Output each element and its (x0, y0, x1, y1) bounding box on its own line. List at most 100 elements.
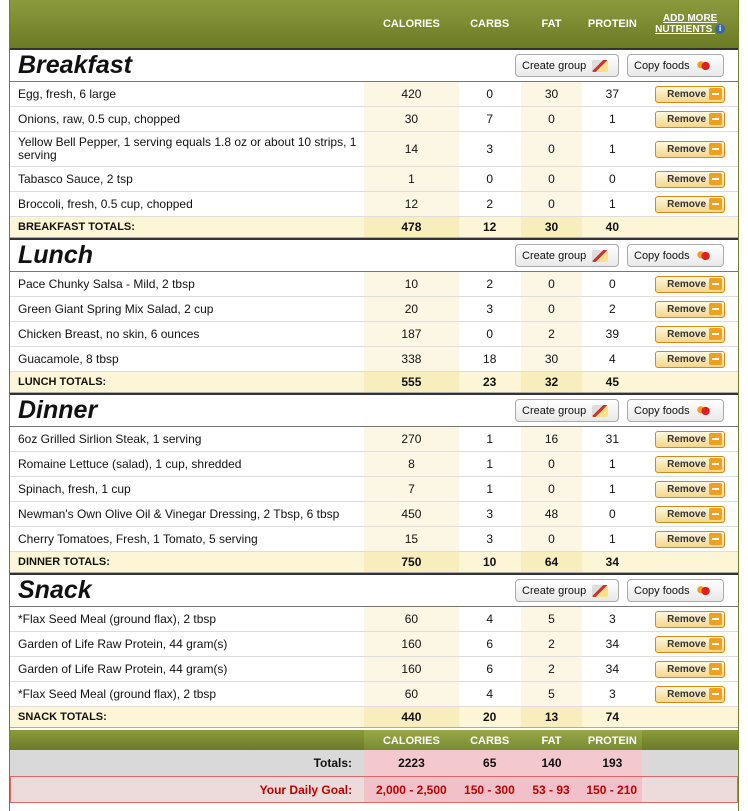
food-name[interactable]: Cherry Tomatoes, Fresh, 1 Tomato, 5 serv… (10, 527, 364, 551)
meal-total-fat: 30 (520, 217, 583, 237)
create-group-button[interactable]: Create group (515, 399, 619, 422)
grand-total-fat: 140 (520, 750, 583, 776)
food-name[interactable]: Yellow Bell Pepper, 1 serving equals 1.8… (10, 132, 364, 166)
food-name[interactable]: Onions, raw, 0.5 cup, chopped (10, 107, 364, 131)
food-calories: 270 (364, 427, 459, 451)
add-more-line2: NUTRIENTS (655, 24, 713, 35)
info-icon[interactable]: i (715, 24, 726, 35)
remove-button[interactable]: Remove (655, 350, 726, 368)
food-name[interactable]: *Flax Seed Meal (ground flax), 2 tbsp (10, 682, 364, 706)
food-name[interactable]: Garden of Life Raw Protein, 44 gram(s) (10, 632, 364, 656)
remove-button[interactable]: Remove (655, 275, 726, 293)
meal-totals-label: LUNCH TOTALS: (18, 376, 107, 388)
remove-button[interactable]: Remove (655, 635, 726, 653)
remove-button[interactable]: Remove (655, 195, 726, 213)
food-row: Spinach, fresh, 1 cup 7 1 0 1 Remove (10, 477, 738, 502)
meal-total-protein: 40 (605, 220, 620, 234)
remove-button[interactable]: Remove (655, 110, 726, 128)
create-group-button[interactable]: Create group (515, 54, 619, 77)
food-calories: 8 (364, 452, 459, 476)
food-name[interactable]: 6oz Grilled Sirlion Steak, 1 serving (10, 427, 364, 451)
minus-icon (709, 688, 723, 700)
food-calories: 450 (364, 502, 459, 526)
food-row: 6oz Grilled Sirlion Steak, 1 serving 270 1… (10, 427, 738, 452)
footer-header-spacer (10, 730, 364, 750)
food-name[interactable]: Egg, fresh, 6 large (10, 82, 364, 106)
meal-section-lunch: Lunch Create group Copy foods Pace Chunky S… (10, 238, 738, 393)
remove-button[interactable]: Remove (655, 325, 726, 343)
food-carbs: 0 (486, 172, 494, 186)
meal-total-protein: 45 (605, 375, 620, 389)
remove-label: Remove (667, 143, 707, 155)
food-carbs: 1 (486, 457, 494, 471)
remove-button[interactable]: Remove (655, 530, 726, 548)
food-actions: Remove (642, 347, 738, 371)
food-actions: Remove (642, 192, 738, 216)
remove-button[interactable]: Remove (655, 505, 726, 523)
minus-icon (709, 88, 723, 100)
food-actions: Remove (642, 272, 738, 296)
food-calories: 187 (364, 322, 459, 346)
remove-button[interactable]: Remove (655, 610, 726, 628)
food-calories: 420 (364, 82, 459, 106)
food-carbs: 3 (486, 142, 494, 156)
remove-label: Remove (667, 533, 707, 545)
food-protein: 1 (609, 457, 616, 471)
copy-foods-button[interactable]: Copy foods (627, 54, 724, 77)
food-name[interactable]: Green Giant Spring Mix Salad, 2 cup (10, 297, 364, 321)
minus-icon (709, 483, 723, 495)
remove-button[interactable]: Remove (655, 300, 726, 318)
remove-button[interactable]: Remove (655, 480, 726, 498)
food-name[interactable]: Newman's Own Olive Oil & Vinegar Dressin… (10, 502, 364, 526)
create-group-button[interactable]: Create group (515, 244, 619, 267)
food-name[interactable]: Romaine Lettuce (salad), 1 cup, shredded (10, 452, 364, 476)
food-fat: 0 (520, 272, 583, 296)
food-fat: 0 (520, 167, 583, 191)
food-name[interactable]: Garden of Life Raw Protein, 44 gram(s) (10, 657, 364, 681)
footer-column-fat: FAT (520, 730, 583, 750)
copy-foods-label: Copy foods (634, 249, 690, 262)
minus-icon (709, 173, 723, 185)
copy-foods-button[interactable]: Copy foods (627, 579, 724, 602)
food-actions: Remove (642, 502, 738, 526)
food-name[interactable]: Broccoli, fresh, 0.5 cup, chopped (10, 192, 364, 216)
remove-button[interactable]: Remove (655, 430, 726, 448)
column-fat: FAT (541, 18, 562, 30)
remove-button[interactable]: Remove (655, 140, 726, 158)
create-group-label: Create group (522, 584, 587, 597)
remove-button[interactable]: Remove (655, 660, 726, 678)
footer-header-spacer-right (642, 730, 738, 750)
food-name[interactable]: *Flax Seed Meal (ground flax), 2 tbsp (10, 607, 364, 631)
meal-header: Dinner Create group Copy foods (10, 393, 738, 427)
meal-total-carbs: 12 (483, 220, 497, 234)
meal-total-carbs: 23 (483, 375, 497, 389)
remove-button[interactable]: Remove (655, 685, 726, 703)
remove-button[interactable]: Remove (655, 455, 726, 473)
remove-button[interactable]: Remove (655, 85, 726, 103)
food-name[interactable]: Guacamole, 8 tbsp (10, 347, 364, 371)
copy-foods-icon (695, 249, 712, 262)
remove-label: Remove (667, 433, 707, 445)
food-actions: Remove (642, 607, 738, 631)
food-carbs: 2 (486, 277, 494, 291)
create-group-button[interactable]: Create group (515, 579, 619, 602)
food-actions: Remove (642, 527, 738, 551)
food-actions: Remove (642, 682, 738, 706)
minus-icon (709, 663, 723, 675)
food-name[interactable]: Chicken Breast, no skin, 6 ounces (10, 322, 364, 346)
meal-total-calories: 555 (364, 372, 459, 392)
food-actions: Remove (642, 632, 738, 656)
food-name[interactable]: Tabasco Sauce, 2 tsp (10, 167, 364, 191)
copy-foods-button[interactable]: Copy foods (627, 244, 724, 267)
food-fat: 16 (520, 427, 583, 451)
add-more-nutrients-link[interactable]: ADD MORE NUTRIENTS i (655, 13, 726, 35)
remove-button[interactable]: Remove (655, 170, 726, 188)
minus-icon (709, 508, 723, 520)
copy-foods-button[interactable]: Copy foods (627, 399, 724, 422)
food-name[interactable]: Pace Chunky Salsa - Mild, 2 tbsp (10, 272, 364, 296)
food-calories: 10 (364, 272, 459, 296)
food-protein: 3 (609, 687, 616, 701)
food-protein: 1 (609, 112, 616, 126)
food-name[interactable]: Spinach, fresh, 1 cup (10, 477, 364, 501)
meal-title: Breakfast (18, 51, 132, 79)
